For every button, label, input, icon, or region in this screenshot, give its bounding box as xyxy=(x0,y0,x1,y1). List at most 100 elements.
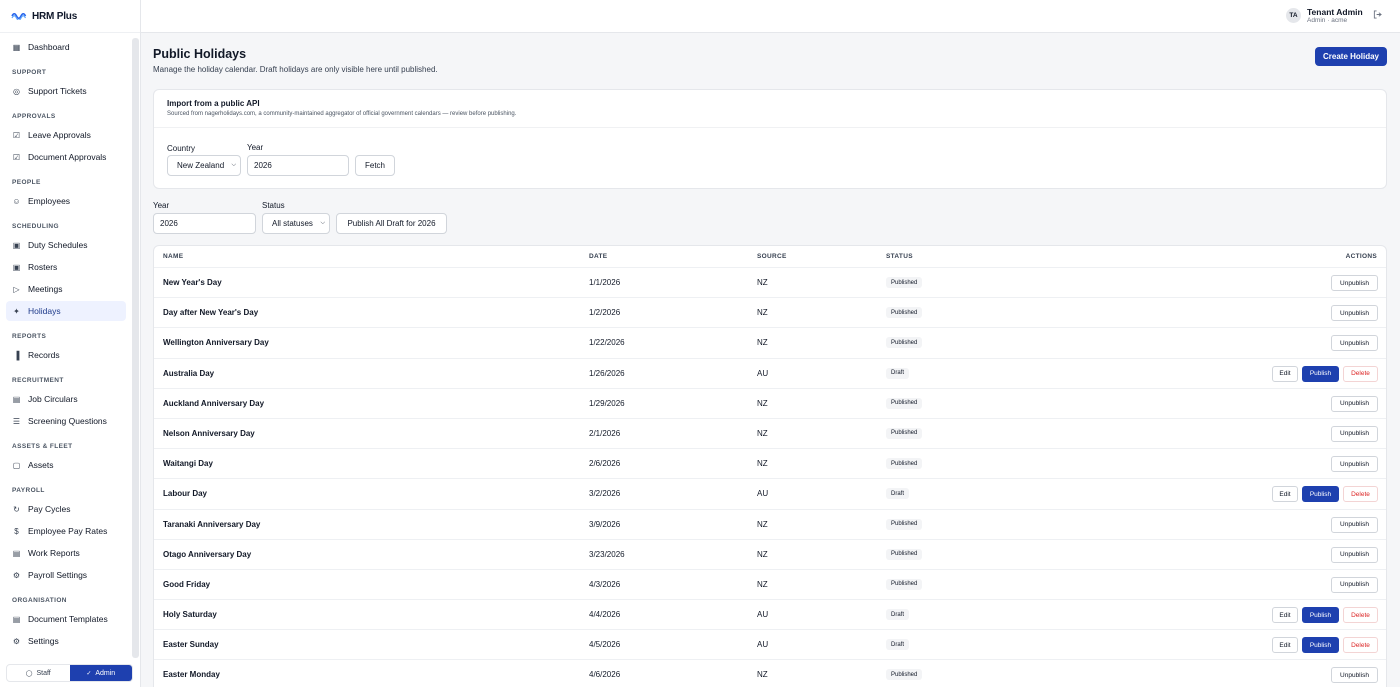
mode-switch: ◯ Staff ✓ Admin xyxy=(6,664,133,682)
bar-chart-icon: ▐ xyxy=(13,350,20,360)
sidebar-item-employee-pay-rates[interactable]: $ Employee Pay Rates xyxy=(6,521,126,541)
delete-button[interactable]: Delete xyxy=(1343,637,1378,654)
create-holiday-button[interactable]: Create Holiday xyxy=(1315,47,1387,66)
status-badge: Published xyxy=(886,427,923,439)
sidebar-item-records[interactable]: ▐ Records xyxy=(6,345,126,365)
country-label: Country xyxy=(167,144,196,153)
sidebar-item-work-reports[interactable]: ▤ Work Reports xyxy=(6,543,126,563)
sidebar-item-support-tickets[interactable]: ◎ Support Tickets xyxy=(6,81,126,101)
sidebar-item-label: Document Templates xyxy=(28,614,108,624)
sidebar-item-label: Work Reports xyxy=(28,548,80,558)
publish-button[interactable]: Publish xyxy=(1302,365,1339,382)
user-role: Admin · acme xyxy=(1307,17,1348,24)
sidebar-item-document-approvals[interactable]: ☑ Document Approvals xyxy=(6,147,126,167)
unpublish-button[interactable]: Unpublish xyxy=(1331,395,1378,412)
holiday-source: AU xyxy=(757,368,769,378)
delete-button[interactable]: Delete xyxy=(1343,486,1378,503)
status-badge: Draft xyxy=(886,488,910,500)
status-badge: Published xyxy=(886,548,923,560)
admin-mode-button[interactable]: ✓ Admin xyxy=(69,665,132,681)
table-row: Good Friday 4/3/2026 NZ Published Unpublish xyxy=(154,570,1386,601)
status-filter-label: Status xyxy=(262,201,285,210)
sidebar-item-payroll-settings[interactable]: ⚙ Payroll Settings xyxy=(6,565,126,585)
logout-icon[interactable] xyxy=(1373,10,1382,21)
brand[interactable]: HRM Plus xyxy=(0,0,140,33)
unpublish-button[interactable]: Unpublish xyxy=(1331,456,1378,473)
unpublish-button[interactable]: Unpublish xyxy=(1331,425,1378,442)
gear-icon: ⚙ xyxy=(12,636,21,646)
sidebar-item-pay-cycles[interactable]: ↻ Pay Cycles xyxy=(6,499,126,519)
holiday-name: Good Friday xyxy=(163,579,211,589)
sidebar-item-label: Dashboard xyxy=(28,42,70,52)
status-filter-select[interactable]: All statuses ⌵ xyxy=(262,213,330,234)
user-name: Tenant Admin xyxy=(1307,7,1363,17)
publish-button[interactable]: Publish xyxy=(1302,607,1339,624)
unpublish-button[interactable]: Unpublish xyxy=(1331,516,1378,533)
table-row: Taranaki Anniversary Day 3/9/2026 NZ Publis… xyxy=(154,510,1386,540)
edit-button[interactable]: Edit xyxy=(1272,607,1298,624)
sidebar-item-duty-schedules[interactable]: ▣ Duty Schedules xyxy=(6,235,126,255)
unpublish-button[interactable]: Unpublish xyxy=(1331,576,1378,593)
column-name: NAME xyxy=(163,253,184,260)
edit-button[interactable]: Edit xyxy=(1272,637,1298,654)
sidebar-section-title: ASSETS & FLEET xyxy=(12,443,73,450)
holiday-date: 4/3/2026 xyxy=(589,579,621,589)
unpublish-button[interactable]: Unpublish xyxy=(1331,335,1378,352)
holiday-name: Australia Day xyxy=(163,368,215,378)
edit-button[interactable]: Edit xyxy=(1272,365,1298,382)
holiday-name: Day after New Year's Day xyxy=(163,308,259,318)
avatar[interactable]: TA xyxy=(1286,8,1301,23)
sidebar-scrollbar[interactable] xyxy=(132,38,139,658)
status-filter-value: All statuses xyxy=(272,219,313,228)
holiday-source: AU xyxy=(757,489,769,499)
holiday-name: Nelson Anniversary Day xyxy=(163,428,255,438)
year-filter-input[interactable] xyxy=(153,213,256,234)
sidebar-item-label: Support Tickets xyxy=(28,86,87,96)
sidebar-item-dashboard[interactable]: ▦ Dashboard xyxy=(6,37,126,57)
status-badge: Published xyxy=(886,397,923,409)
publish-all-draft-button[interactable]: Publish All Draft for 2026 xyxy=(336,213,447,234)
table-row: Nelson Anniversary Day 2/1/2026 NZ Publishe… xyxy=(154,419,1386,450)
sidebar-item-label: Leave Approvals xyxy=(28,130,91,140)
edit-button[interactable]: Edit xyxy=(1272,486,1298,503)
sidebar-item-document-templates[interactable]: ▤ Document Templates xyxy=(6,609,126,629)
sidebar-section-title: PEOPLE xyxy=(12,179,41,186)
party-icon: ✦ xyxy=(13,306,20,316)
shield-check-icon: ✓ xyxy=(86,670,92,677)
table-row: Otago Anniversary Day 3/23/2026 NZ Publishe… xyxy=(154,540,1386,570)
delete-button[interactable]: Delete xyxy=(1343,365,1378,382)
sidebar-item-screening-questions[interactable]: ☰ Screening Questions xyxy=(6,411,126,431)
delete-button[interactable]: Delete xyxy=(1343,607,1378,624)
sidebar-item-meetings[interactable]: ▷ Meetings xyxy=(6,279,126,299)
staff-mode-button[interactable]: ◯ Staff xyxy=(7,665,70,681)
fetch-button[interactable]: Fetch xyxy=(355,155,395,176)
sidebar-item-assets[interactable]: ▢ Assets xyxy=(6,455,126,475)
holiday-name: Otago Anniversary Day xyxy=(163,549,252,559)
publish-button[interactable]: Publish xyxy=(1302,486,1339,503)
sidebar-section-title: SCHEDULING xyxy=(12,223,59,230)
unpublish-button[interactable]: Unpublish xyxy=(1331,667,1378,684)
import-title: Import from a public API xyxy=(167,99,260,108)
publish-button[interactable]: Publish xyxy=(1302,637,1339,654)
holiday-source: NZ xyxy=(757,459,768,469)
country-select[interactable]: New Zealand ⌵ xyxy=(167,155,241,176)
holiday-date: 3/9/2026 xyxy=(589,519,621,529)
sidebar-item-employees[interactable]: ☺ Employees xyxy=(6,191,126,211)
table-row: Labour Day 3/2/2026 AU Draft Edit Publish Dele… xyxy=(154,479,1386,510)
table-row: Waitangi Day 2/6/2026 NZ Published Unpublish xyxy=(154,449,1386,480)
unpublish-button[interactable]: Unpublish xyxy=(1331,546,1378,563)
sidebar-item-label: Meetings xyxy=(28,284,63,294)
holiday-date: 1/22/2026 xyxy=(589,338,625,348)
sidebar-item-leave-approvals[interactable]: ☑ Leave Approvals xyxy=(6,125,126,145)
table-row: Holy Saturday 4/4/2026 AU Draft Edit Publish D… xyxy=(154,600,1386,631)
sidebar-item-settings[interactable]: ⚙ Settings xyxy=(6,631,126,651)
holiday-source: NZ xyxy=(757,278,768,287)
holiday-source: NZ xyxy=(757,549,768,559)
clipboard-icon: ▤ xyxy=(12,394,21,404)
import-year-input[interactable] xyxy=(247,155,349,176)
unpublish-button[interactable]: Unpublish xyxy=(1331,305,1378,322)
unpublish-button[interactable]: Unpublish xyxy=(1331,275,1378,291)
sidebar-item-job-circulars[interactable]: ▤ Job Circulars xyxy=(6,389,126,409)
sidebar-item-holidays[interactable]: ✦ Holidays xyxy=(6,301,126,321)
sidebar-item-rosters[interactable]: ▣ Rosters xyxy=(6,257,126,277)
